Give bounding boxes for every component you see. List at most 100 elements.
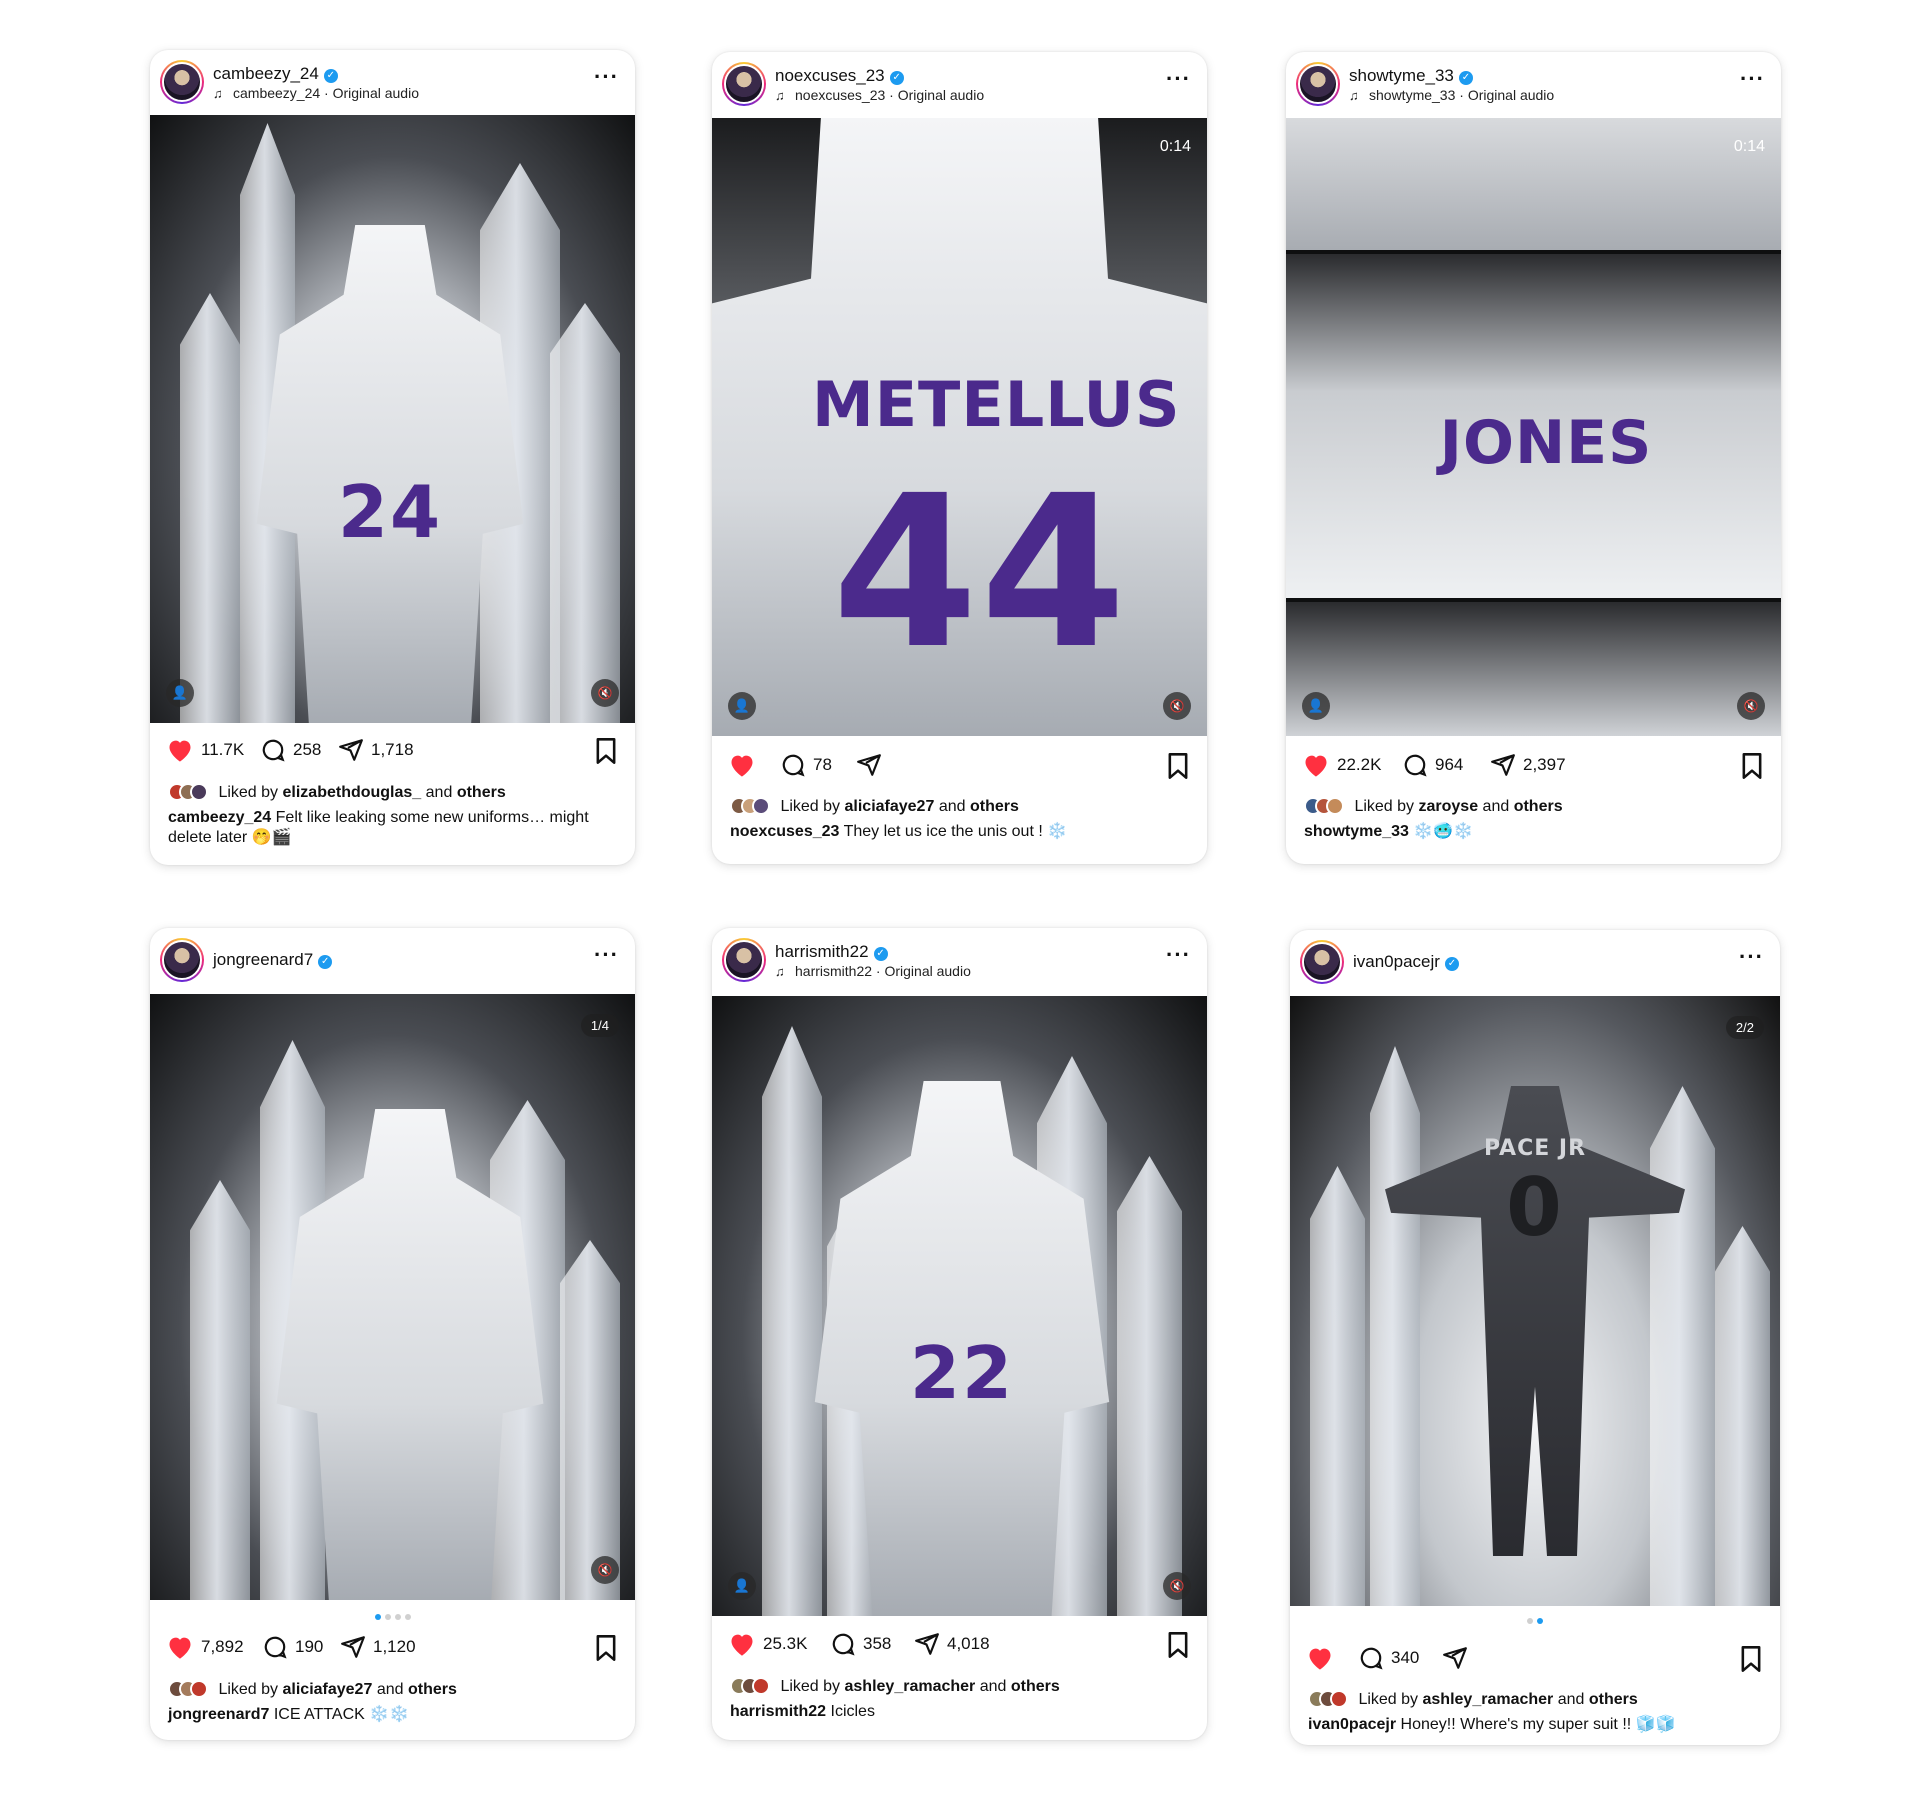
tag-user-icon[interactable]: 👤 — [166, 679, 194, 707]
bookmark-icon[interactable] — [1739, 752, 1765, 780]
bookmark-icon[interactable] — [1165, 1631, 1191, 1659]
liked-by-avatars — [1308, 1690, 1348, 1713]
tag-user-icon[interactable]: 👤 — [1302, 692, 1330, 720]
liked-by-others[interactable]: others — [457, 784, 506, 801]
post-header: showtyme_33 ✓ ♫ showtyme_33 · Original aud… — [1286, 52, 1781, 116]
tag-user-icon[interactable]: 👤 — [728, 692, 756, 720]
avatar[interactable] — [160, 60, 204, 104]
more-icon[interactable]: ··· — [1166, 66, 1191, 92]
caption-username[interactable]: ivan0pacejr — [1308, 1716, 1396, 1733]
more-icon[interactable]: ··· — [594, 942, 619, 968]
action-bar: 22.2K 964 2,397 — [1302, 752, 1765, 782]
like-button[interactable]: 11.7K — [166, 737, 244, 763]
post-media[interactable]: 24 👤 🔇 — [150, 115, 635, 723]
liked-by-user[interactable]: elizabethdouglas_ — [283, 784, 422, 801]
liked-by-user[interactable]: ashley_ramacher — [1423, 1691, 1554, 1708]
more-icon[interactable]: ··· — [1739, 944, 1764, 970]
bookmark-icon[interactable] — [593, 1634, 619, 1662]
more-icon[interactable]: ··· — [1740, 66, 1765, 92]
mute-icon[interactable]: 🔇 — [591, 1556, 619, 1584]
audio-link[interactable]: ♫ noexcuses_23 · Original audio — [775, 87, 984, 103]
share-button[interactable]: 1,718 — [338, 737, 414, 763]
like-button[interactable] — [1306, 1645, 1341, 1671]
like-button[interactable]: 25.3K — [728, 1631, 807, 1657]
avatar[interactable] — [1296, 62, 1340, 106]
comment-button[interactable]: 340 — [1358, 1645, 1419, 1671]
mute-icon[interactable]: 🔇 — [1737, 692, 1765, 720]
liked-by-others[interactable]: others — [1011, 1678, 1060, 1695]
audio-link[interactable]: ♫ harrismith22 · Original audio — [775, 963, 971, 979]
avatar[interactable] — [1300, 940, 1344, 984]
liked-by-user[interactable]: aliciafaye27 — [845, 798, 935, 815]
verified-icon: ✓ — [323, 69, 338, 83]
bookmark-icon[interactable] — [593, 737, 619, 765]
post-media[interactable]: JONES 0:14 👤 🔇 — [1286, 118, 1781, 736]
caption-text: Icicles — [830, 1703, 875, 1720]
post-media[interactable]: METELLUS 44 0:14 👤 🔇 — [712, 118, 1207, 736]
username[interactable]: noexcuses_23 — [775, 66, 885, 85]
caption-username[interactable]: showtyme_33 — [1304, 823, 1409, 840]
caption-username[interactable]: cambeezy_24 — [168, 809, 271, 826]
tag-user-icon[interactable]: 👤 — [728, 1572, 756, 1600]
liked-by: Liked by ashley_ramacher and others — [730, 1677, 1060, 1700]
verified-icon: ✓ — [1458, 71, 1473, 85]
post-media[interactable]: PACE JR 0 2/2 — [1290, 996, 1780, 1606]
comment-count: 340 — [1391, 1648, 1420, 1667]
comment-button[interactable]: 258 — [260, 737, 321, 763]
username[interactable]: showtyme_33 — [1349, 66, 1454, 85]
share-button[interactable]: 4,018 — [914, 1631, 990, 1657]
avatar[interactable] — [160, 938, 204, 982]
mute-icon[interactable]: 🔇 — [1163, 692, 1191, 720]
comment-button[interactable]: 964 — [1402, 752, 1463, 778]
comment-button[interactable]: 358 — [830, 1631, 891, 1657]
jersey-name: PACE JR — [1483, 1136, 1587, 1161]
liked-by-others[interactable]: others — [1589, 1691, 1638, 1708]
audio-link[interactable]: ♫ cambeezy_24 · Original audio — [213, 85, 419, 101]
liked-by-user[interactable]: zaroyse — [1419, 798, 1479, 815]
caption-username[interactable]: jongreenard7 — [168, 1706, 269, 1723]
like-count: 11.7K — [201, 740, 245, 759]
liked-by-user[interactable]: ashley_ramacher — [845, 1678, 976, 1695]
more-icon[interactable]: ··· — [594, 64, 619, 90]
share-button[interactable] — [856, 752, 889, 778]
liked-by-others[interactable]: others — [1514, 798, 1563, 815]
more-icon[interactable]: ··· — [1166, 942, 1191, 968]
post-header: harrismith22 ✓ ♫ harrismith22 · Original a… — [712, 928, 1207, 992]
liked-by: Liked by zaroyse and others — [1304, 797, 1563, 820]
caption-username[interactable]: harrismith22 — [730, 1703, 826, 1720]
audio-label: harrismith22 · Original audio — [795, 963, 971, 979]
share-button[interactable] — [1442, 1645, 1475, 1671]
username[interactable]: ivan0pacejr — [1353, 952, 1440, 971]
bookmark-icon[interactable] — [1738, 1645, 1764, 1673]
post-media[interactable]: 1/4 🔇 — [150, 994, 635, 1600]
share-button[interactable]: 1,120 — [340, 1634, 416, 1660]
like-button[interactable]: 22.2K — [1302, 752, 1381, 778]
heart-icon — [1309, 1648, 1331, 1670]
username[interactable]: harrismith22 — [775, 942, 869, 961]
share-icon — [1491, 754, 1515, 776]
caption: ivan0pacejr Honey!! Where's my super sui… — [1308, 1715, 1762, 1735]
caption-username[interactable]: noexcuses_23 — [730, 823, 839, 840]
like-button[interactable] — [728, 752, 763, 778]
comment-button[interactable]: 190 — [262, 1634, 323, 1660]
avatar[interactable] — [722, 938, 766, 982]
liked-by-others[interactable]: others — [970, 798, 1019, 815]
music-note-icon: ♫ — [213, 86, 223, 101]
mute-icon[interactable]: 🔇 — [1163, 1572, 1191, 1600]
comment-button[interactable]: 78 — [780, 752, 832, 778]
liked-by-user[interactable]: aliciafaye27 — [283, 1681, 373, 1698]
like-button[interactable]: 7,892 — [166, 1634, 244, 1660]
post-card: cambeezy_24 ✓ ♫ cambeezy_24 · Original aud… — [150, 50, 635, 865]
username[interactable]: cambeezy_24 — [213, 64, 319, 83]
liked-by-others[interactable]: others — [408, 1681, 457, 1698]
bookmark-icon[interactable] — [1165, 752, 1191, 780]
post-media[interactable]: 22 👤 🔇 — [712, 996, 1207, 1616]
heart-icon — [1305, 755, 1327, 777]
share-icon — [915, 1633, 939, 1655]
avatar[interactable] — [722, 62, 766, 106]
mute-icon[interactable]: 🔇 — [591, 679, 619, 707]
share-button[interactable]: 2,397 — [1490, 752, 1566, 778]
username[interactable]: jongreenard7 — [213, 950, 313, 969]
caption-text: They let us ice the unis out ! ❄️ — [843, 823, 1068, 840]
audio-link[interactable]: ♫ showtyme_33 · Original audio — [1349, 87, 1554, 103]
